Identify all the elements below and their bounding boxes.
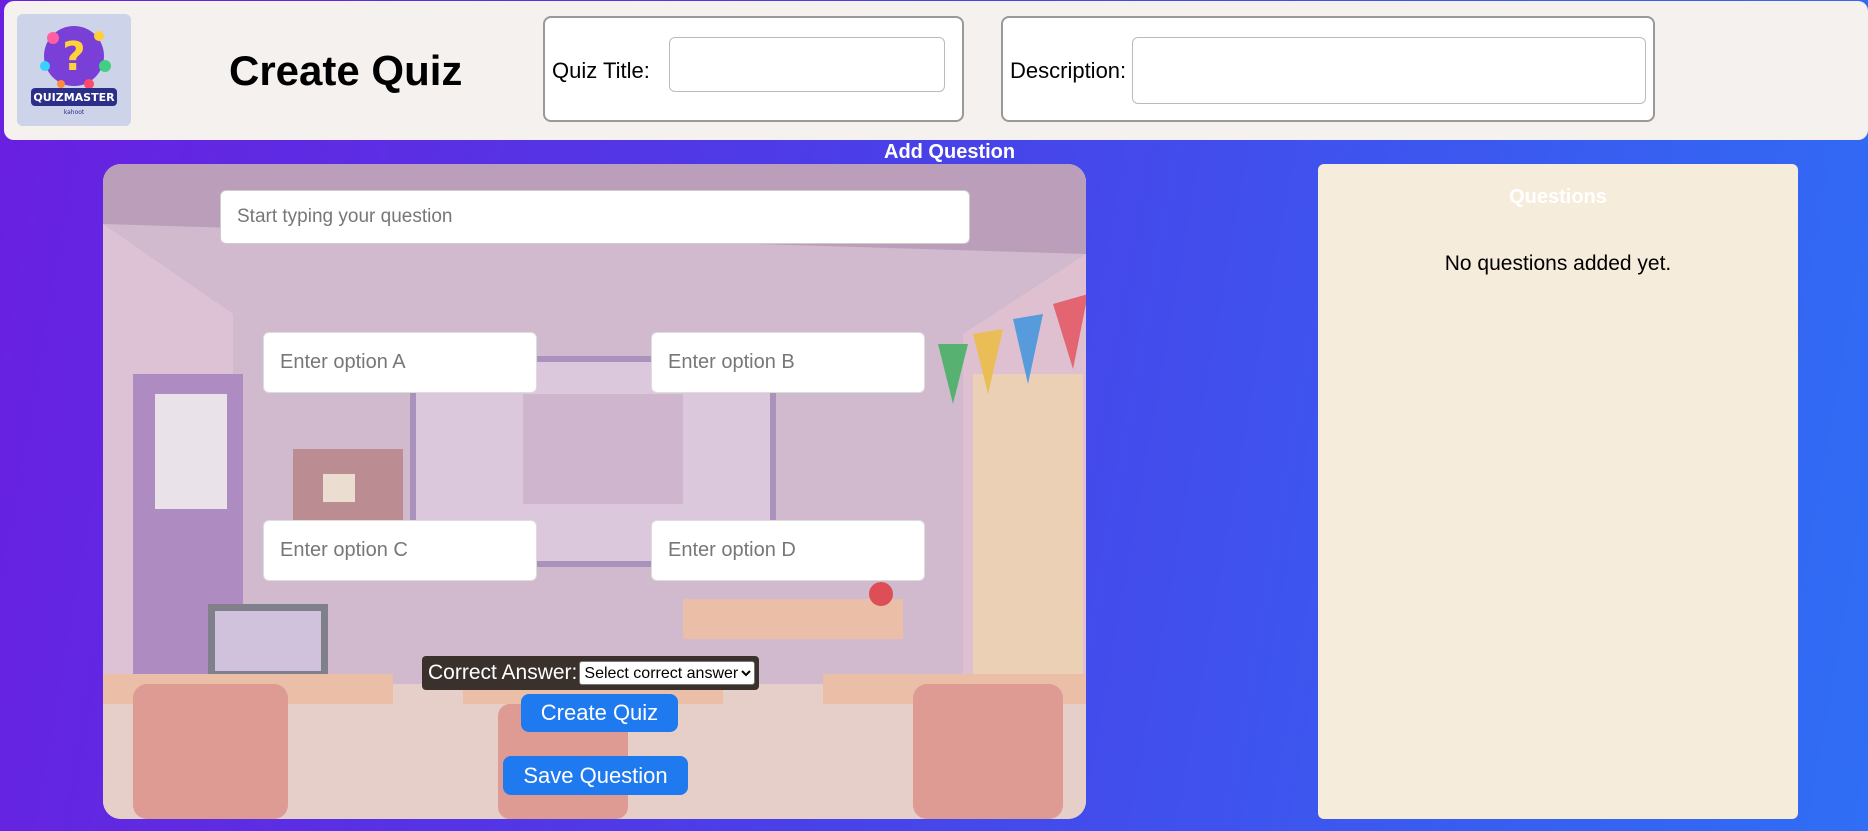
question-editor-panel: Correct Answer: Select correct answer Cr… (103, 164, 1086, 819)
quiz-title-input[interactable] (669, 37, 945, 92)
quizmaster-logo-icon[interactable]: ? QUIZMASTER kahoot (17, 14, 131, 126)
create-quiz-button[interactable]: Create Quiz (521, 694, 678, 732)
svg-text:?: ? (62, 34, 85, 80)
questions-empty-message: No questions added yet. (1444, 252, 1672, 275)
correct-answer-label: Correct Answer: (428, 661, 578, 684)
add-question-label: Add Question (884, 141, 1016, 163)
svg-text:kahoot: kahoot (64, 109, 85, 116)
description-group: Description: (1001, 16, 1655, 122)
option-b-input[interactable] (651, 332, 925, 393)
correct-answer-group: Correct Answer: Select correct answer (422, 656, 760, 690)
questions-panel: Questions No questions added yet. (1318, 164, 1798, 819)
option-d-input[interactable] (651, 520, 925, 581)
questions-heading: Questions (1509, 186, 1607, 208)
header-bar: ? QUIZMASTER kahoot Create Quiz Quiz Tit… (4, 1, 1868, 140)
save-question-button[interactable]: Save Question (503, 756, 688, 795)
question-input[interactable] (220, 190, 970, 244)
correct-answer-select[interactable]: Select correct answer (579, 661, 756, 685)
quiz-title-group: Quiz Title: (543, 16, 964, 122)
option-a-input[interactable] (263, 332, 537, 393)
description-input[interactable] (1132, 37, 1646, 104)
quiz-title-label: Quiz Title: (552, 58, 650, 83)
option-c-input[interactable] (263, 520, 537, 581)
description-label: Description: (1010, 58, 1127, 83)
svg-text:QUIZMASTER: QUIZMASTER (33, 91, 115, 104)
page-title: Create Quiz (229, 47, 463, 94)
